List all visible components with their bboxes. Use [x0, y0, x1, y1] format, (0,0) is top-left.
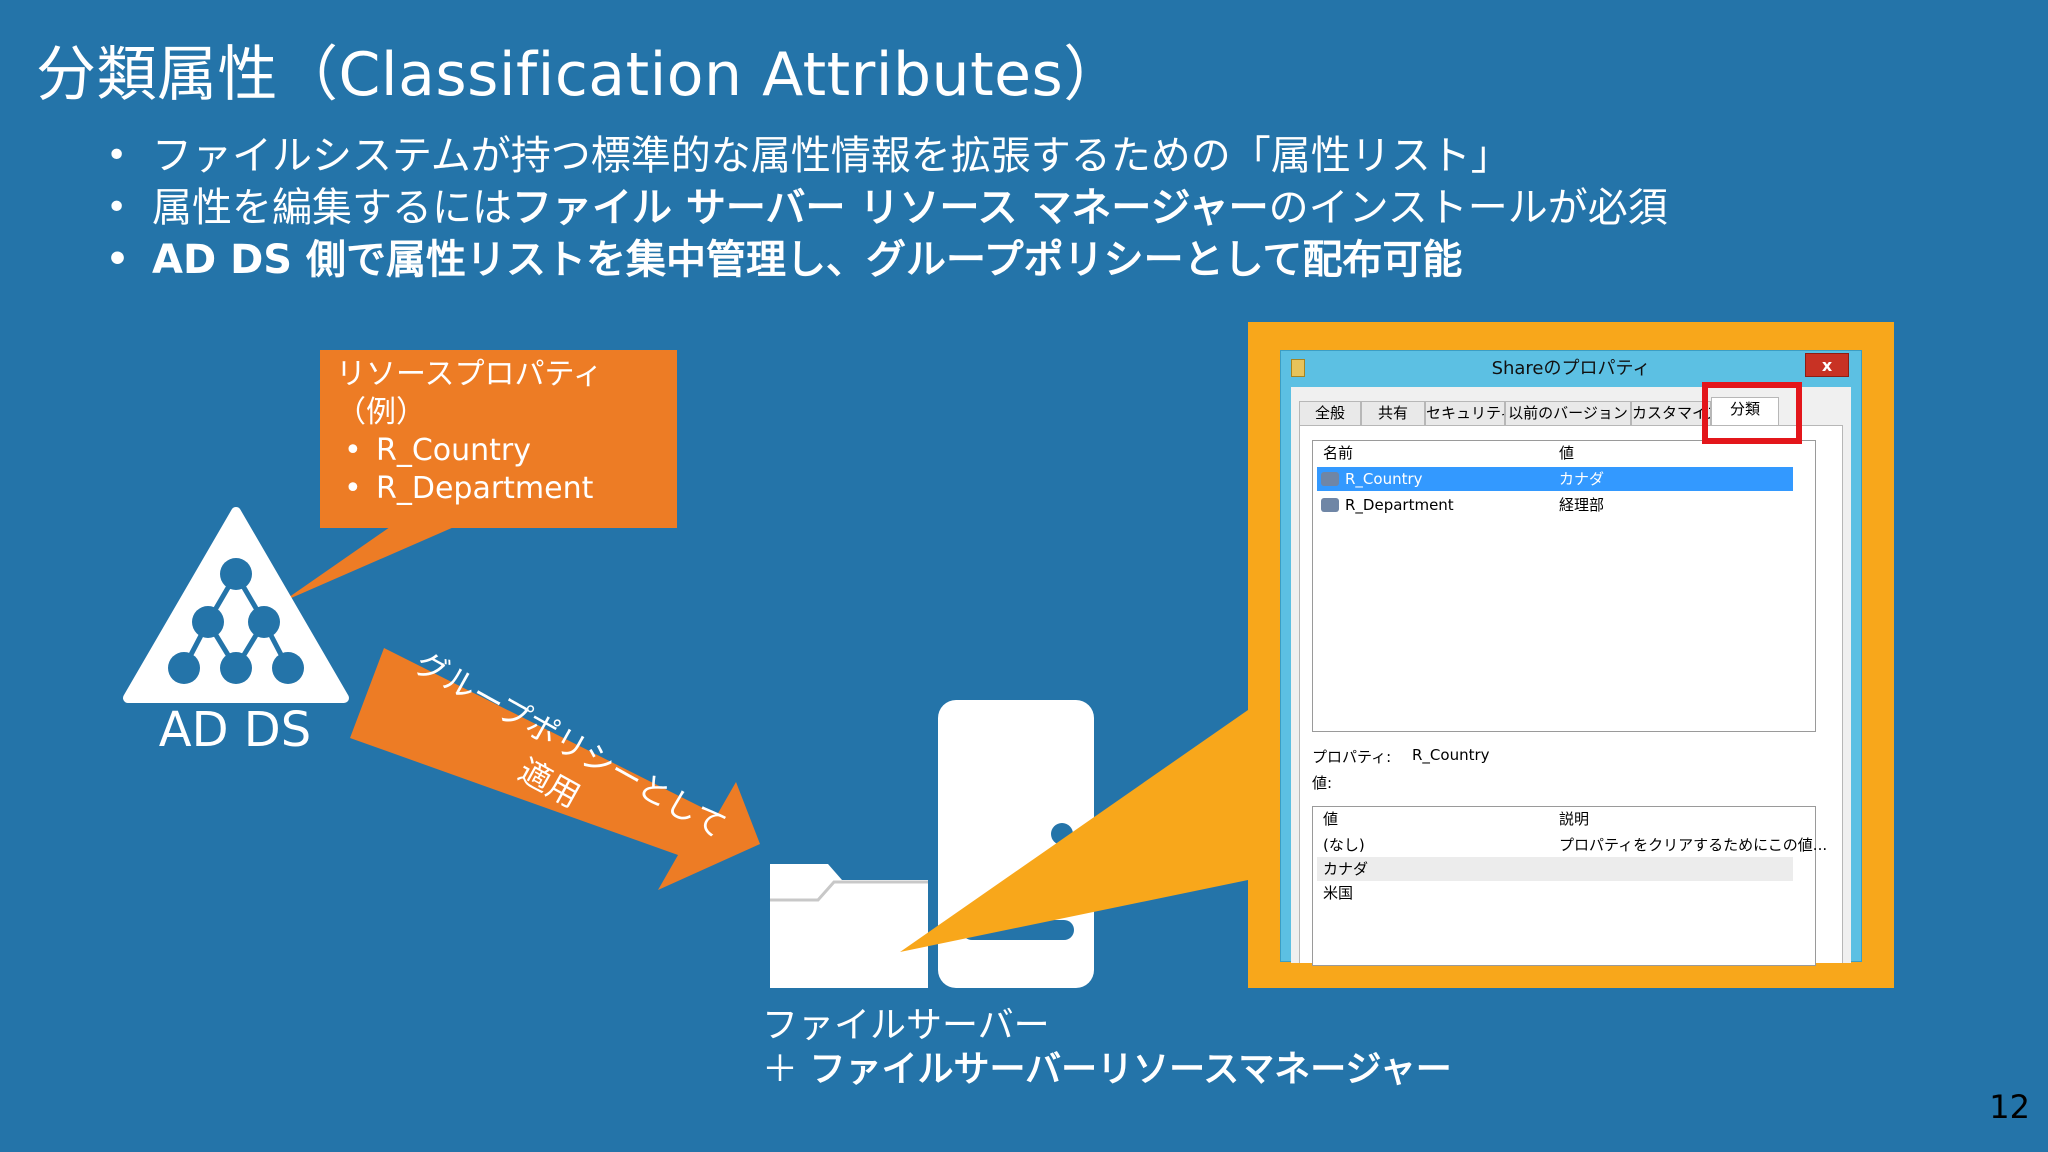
tab-previous-versions[interactable]: 以前のバージョン — [1505, 401, 1631, 425]
property-name: R_Country — [1345, 470, 1423, 488]
fsrm-text: ファイルサーバーリソースマネージャー — [809, 1049, 1452, 1090]
column-description[interactable]: 説明 — [1559, 807, 1589, 831]
tab-customize[interactable]: カスタマイズ — [1631, 401, 1711, 425]
tab-general[interactable]: 全般 — [1299, 401, 1361, 425]
value-description: プロパティをクリアするためにこの値... — [1559, 836, 1828, 854]
property-label: プロパティ: — [1312, 748, 1392, 766]
value-name: カナダ — [1323, 860, 1369, 878]
value-row[interactable]: カナダ — [1317, 857, 1793, 881]
file-server-label: ファイルサーバー ＋ ファイルサーバーリソースマネージャー — [762, 1004, 1452, 1092]
value-label: 値: — [1312, 774, 1333, 792]
dialog-body: 全般 共有 セキュリティ 以前のバージョン カスタマイズ 分類 名前 値 R_C… — [1291, 387, 1851, 966]
value-name: 米国 — [1323, 884, 1354, 902]
folder-icon — [770, 864, 928, 988]
value-row[interactable]: 米国 — [1317, 881, 1793, 905]
value-list[interactable]: 値 説明 (なし) プロパティをクリアするためにこの値... カナダ 米国 — [1312, 806, 1827, 966]
callout-subtitle: （例） — [336, 395, 426, 430]
list-header: 名前 値 — [1313, 441, 1815, 465]
tab-security[interactable]: セキュリティ — [1425, 401, 1505, 425]
page-number: 12 — [1989, 1088, 2030, 1126]
classification-tab-highlight — [1702, 382, 1802, 444]
property-current: R_Country — [1412, 746, 1490, 764]
property-list[interactable]: 名前 値 R_Country カナダ R_Department 経理部 — [1312, 440, 1816, 732]
ad-ds-label: AD DS — [158, 702, 312, 758]
resource-property-callout: リソースプロパティ （例） R_Country R_Department — [320, 350, 677, 528]
column-name[interactable]: 名前 — [1323, 441, 1353, 465]
property-value: 経理部 — [1559, 496, 1605, 514]
callout-title: リソースプロパティ — [336, 357, 603, 392]
property-name: R_Department — [1345, 496, 1454, 514]
tab-sharing[interactable]: 共有 — [1361, 401, 1425, 425]
classification-panel: 名前 値 R_Country カナダ R_Department 経理部 プロパテ… — [1299, 425, 1843, 966]
column-value[interactable]: 値 — [1559, 441, 1574, 465]
property-row[interactable]: R_Department 経理部 — [1317, 493, 1793, 517]
column-value[interactable]: 値 — [1323, 807, 1338, 831]
list-header: 値 説明 — [1313, 807, 1815, 831]
callout-item: R_Department — [336, 470, 661, 508]
property-value: カナダ — [1559, 470, 1605, 488]
close-button[interactable]: x — [1805, 353, 1849, 377]
value-name: (なし) — [1323, 836, 1365, 854]
callout-item: R_Country — [336, 432, 661, 470]
fsrm-prefix: ＋ — [762, 1049, 810, 1090]
property-row[interactable]: R_Country カナダ — [1317, 467, 1793, 491]
property-icon — [1321, 498, 1339, 512]
property-icon — [1321, 472, 1339, 486]
fsrm-line: ＋ ファイルサーバーリソースマネージャー — [762, 1048, 1452, 1092]
file-server-title: ファイルサーバー — [762, 1005, 1050, 1046]
value-row[interactable]: (なし) プロパティをクリアするためにこの値... — [1317, 833, 1827, 857]
ad-ds-icon — [123, 507, 349, 703]
callout-tail — [282, 520, 470, 602]
